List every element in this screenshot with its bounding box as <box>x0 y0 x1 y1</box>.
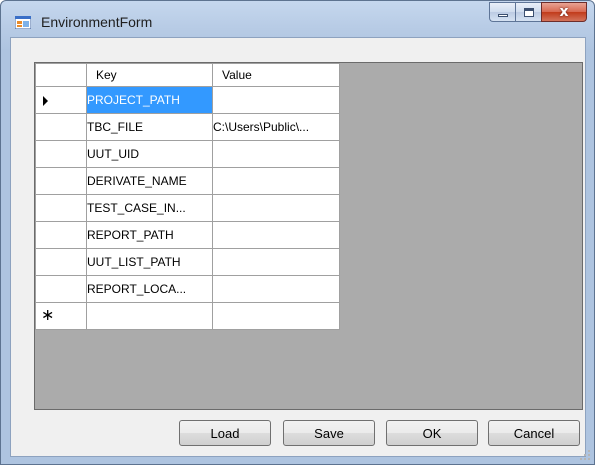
table-row[interactable]: TEST_CASE_IN... <box>35 194 340 222</box>
minimize-icon <box>497 14 508 17</box>
key-cell[interactable]: TBC_FILE <box>86 113 213 141</box>
row-header[interactable] <box>35 86 87 114</box>
key-cell[interactable]: PROJECT_PATH <box>86 86 213 114</box>
row-header[interactable] <box>35 167 87 195</box>
key-cell[interactable]: REPORT_PATH <box>86 221 213 249</box>
new-value-cell[interactable] <box>212 302 340 330</box>
value-cell[interactable] <box>212 248 340 276</box>
window-title: EnvironmentForm <box>41 14 153 30</box>
row-header[interactable] <box>35 113 87 141</box>
table-row[interactable]: UUT_LIST_PATH <box>35 248 340 276</box>
resize-grip-icon[interactable] <box>580 450 590 460</box>
row-header[interactable] <box>35 248 87 276</box>
title-bar[interactable]: EnvironmentForm x <box>1 1 594 37</box>
load-button[interactable]: Load <box>179 420 271 446</box>
cancel-button[interactable]: Cancel <box>488 420 580 446</box>
close-icon: x <box>559 4 569 20</box>
row-pointer-icon <box>43 96 48 106</box>
ok-button[interactable]: OK <box>386 420 478 446</box>
key-cell[interactable]: DERIVATE_NAME <box>86 167 213 195</box>
key-cell[interactable]: REPORT_LOCA... <box>86 275 213 303</box>
column-header-key[interactable]: Key <box>86 63 213 87</box>
key-cell[interactable]: UUT_LIST_PATH <box>86 248 213 276</box>
close-button[interactable]: x <box>541 2 587 22</box>
grid-header-row: Key Value <box>35 63 340 87</box>
environment-grid[interactable]: Key Value PROJECT_PATH TBC_FILE C:\Users… <box>34 62 583 410</box>
row-header[interactable] <box>35 275 87 303</box>
save-button[interactable]: Save <box>283 420 375 446</box>
grid-corner-header[interactable] <box>35 63 87 87</box>
value-cell[interactable] <box>212 221 340 249</box>
maximize-icon <box>523 7 534 17</box>
maximize-button[interactable] <box>515 2 541 22</box>
table-row[interactable]: PROJECT_PATH <box>35 86 340 114</box>
table-row[interactable]: TBC_FILE C:\Users\Public\... <box>35 113 340 141</box>
column-header-value[interactable]: Value <box>212 63 340 87</box>
grid-table: Key Value PROJECT_PATH TBC_FILE C:\Users… <box>35 63 340 330</box>
caption-buttons: x <box>489 2 587 23</box>
table-row[interactable]: DERIVATE_NAME <box>35 167 340 195</box>
new-row-icon: ∗ <box>41 305 55 324</box>
row-header[interactable]: ∗ <box>35 302 87 330</box>
row-header[interactable] <box>35 221 87 249</box>
value-cell[interactable] <box>212 86 340 114</box>
value-cell[interactable]: C:\Users\Public\... <box>212 113 340 141</box>
row-header[interactable] <box>35 140 87 168</box>
value-cell[interactable] <box>212 167 340 195</box>
table-row[interactable]: REPORT_PATH <box>35 221 340 249</box>
value-cell[interactable] <box>212 140 340 168</box>
minimize-button[interactable] <box>489 2 515 22</box>
table-row[interactable]: REPORT_LOCA... <box>35 275 340 303</box>
row-header[interactable] <box>35 194 87 222</box>
new-row[interactable]: ∗ <box>35 302 340 330</box>
new-key-cell[interactable] <box>86 302 213 330</box>
application-icon <box>15 16 31 29</box>
table-row[interactable]: UUT_UID <box>35 140 340 168</box>
value-cell[interactable] <box>212 275 340 303</box>
key-cell[interactable]: TEST_CASE_IN... <box>86 194 213 222</box>
value-cell[interactable] <box>212 194 340 222</box>
key-cell[interactable]: UUT_UID <box>86 140 213 168</box>
